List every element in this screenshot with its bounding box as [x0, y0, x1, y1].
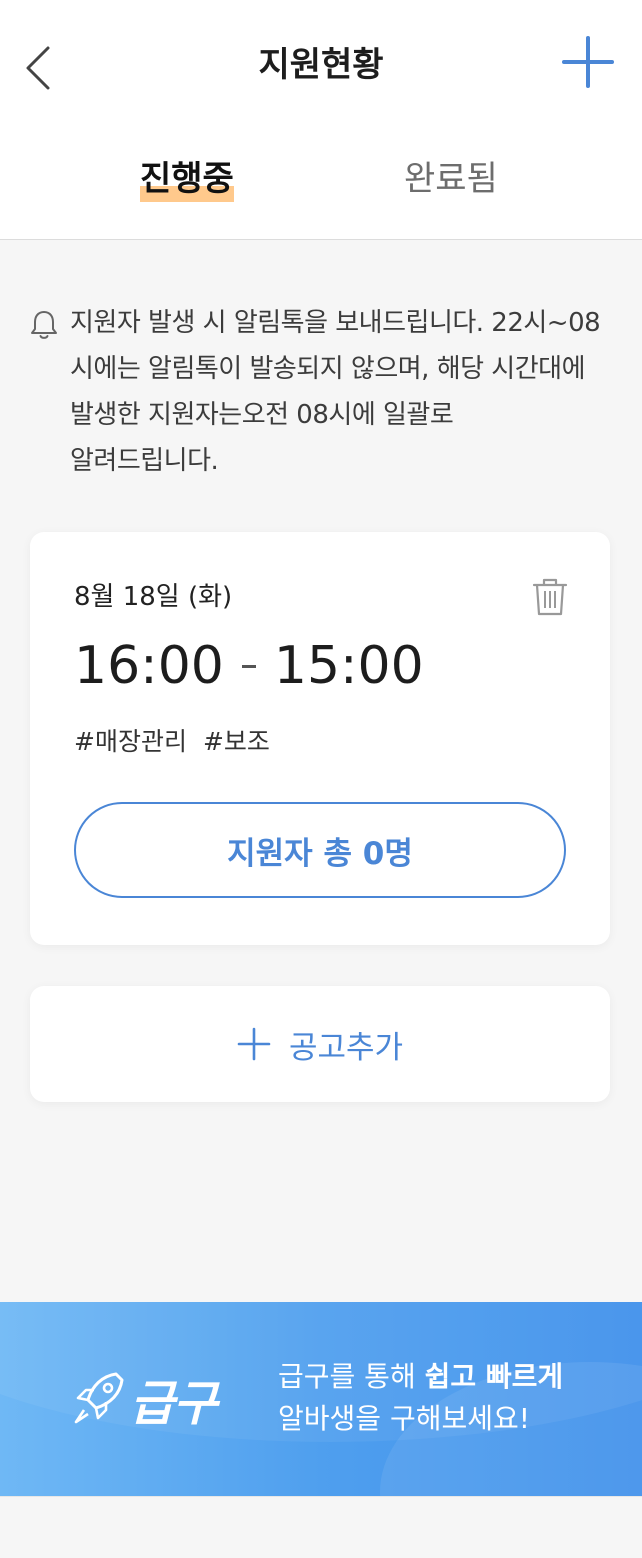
- time-separator: [241, 664, 256, 668]
- add-post-label: 공고추가: [288, 1029, 404, 1066]
- job-tag: #매장관리: [74, 727, 187, 756]
- notice-line: 지원자 발생 시 알림톡을 보내드립니다. 22시~08: [70, 308, 601, 338]
- plus-icon: [237, 1027, 271, 1061]
- tab-label: 진행중: [140, 159, 234, 199]
- promo-banner[interactable]: 급구 급구를 통해 쉽고 빠르게 알바생을 구해보세요!: [0, 1302, 642, 1496]
- job-tags: #매장관리 #보조: [74, 722, 270, 758]
- notice-line: 발생한 지원자는오전 08시에 일괄로: [70, 400, 454, 430]
- tab-label: 완료됨: [404, 159, 498, 199]
- end-time: 15:00: [273, 636, 424, 696]
- app-header: 지원현황 진행중 완료됨: [0, 0, 642, 240]
- bottom-area: [0, 1496, 642, 1558]
- tab-in-progress[interactable]: 진행중: [140, 156, 234, 202]
- brand-logo-text: 급구: [130, 1376, 217, 1432]
- job-time-range: 16:00 15:00: [74, 636, 424, 696]
- bell-icon: [28, 308, 60, 342]
- banner-line1-prefix: 급구를 통해: [278, 1360, 425, 1393]
- page-title: 지원현황: [258, 45, 384, 85]
- banner-message: 급구를 통해 쉽고 빠르게 알바생을 구해보세요!: [278, 1356, 563, 1440]
- add-job-button[interactable]: [560, 34, 616, 90]
- start-time: 16:00: [74, 636, 224, 696]
- banner-line2: 알바생을 구해보세요!: [278, 1402, 530, 1435]
- notice-text: 지원자 발생 시 알림톡을 보내드립니다. 22시~08 시에는 알림톡이 발송…: [70, 300, 618, 484]
- rocket-icon: [72, 1368, 124, 1426]
- notice-message: 지원자 발생 시 알림톡을 보내드립니다. 22시~08 시에는 알림톡이 발송…: [28, 300, 618, 484]
- job-card: 8월 18일 (화) 16:00 15:00 #매장관리 #보조 지원자 총 0…: [30, 532, 610, 945]
- delete-job-button[interactable]: [530, 576, 570, 618]
- notice-line: 알려드립니다.: [70, 446, 219, 476]
- applicants-button[interactable]: 지원자 총 0명: [74, 802, 566, 898]
- tab-active-highlight: 진행중: [140, 156, 234, 202]
- tab-completed[interactable]: 완료됨: [404, 156, 498, 202]
- job-date: 8월 18일 (화): [74, 582, 233, 612]
- trash-icon: [532, 578, 568, 616]
- banner-line1-bold: 쉽고 빠르게: [424, 1360, 564, 1393]
- job-tag: #보조: [202, 727, 270, 756]
- plus-icon: [562, 36, 614, 88]
- add-post-button[interactable]: 공고추가: [30, 986, 610, 1102]
- notice-line: 시에는 알림톡이 발송되지 않으며, 해당 시간대에: [70, 354, 586, 384]
